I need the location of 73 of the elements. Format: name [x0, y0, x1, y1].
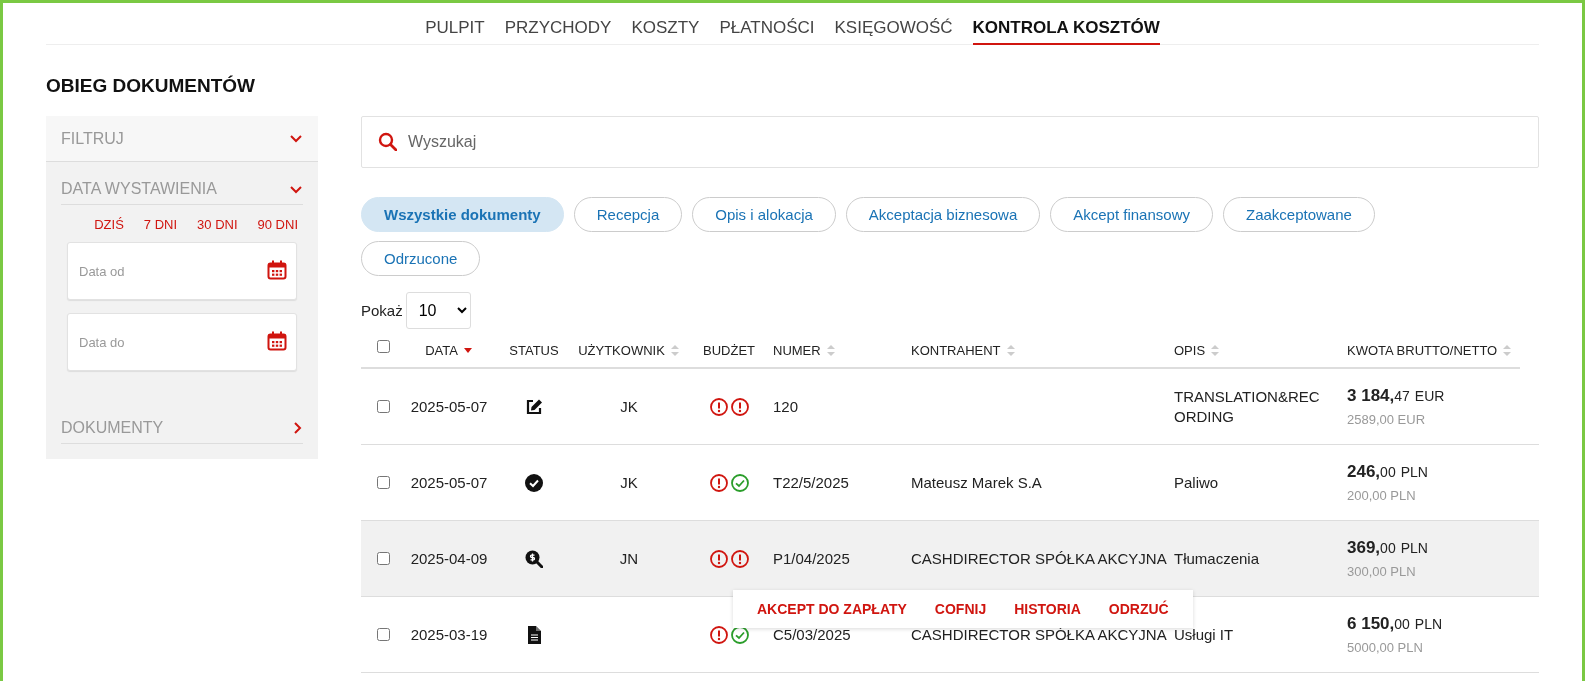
- nav-tab[interactable]: PŁATNOŚCI: [719, 18, 815, 45]
- menu-item[interactable]: AKCEPT DO ZAPŁATY: [743, 601, 921, 617]
- row-checkbox[interactable]: [376, 400, 390, 413]
- table-cell: P1/04/2025: [773, 550, 850, 567]
- select-all-checkbox[interactable]: [376, 340, 390, 353]
- column-title[interactable]: NUMER: [773, 343, 821, 358]
- menu-item[interactable]: ODRZUĆ: [1094, 601, 1183, 617]
- table-cell-text: TRANSLATION&RECORDING: [1174, 386, 1321, 427]
- gross-amount: 246,00 PLN: [1347, 462, 1428, 482]
- table-cell: Usługi IT: [1174, 624, 1234, 645]
- net-amount: 200,00 PLN: [1347, 488, 1416, 503]
- row-checkbox[interactable]: [376, 628, 390, 641]
- table-cell: Tłumaczenia: [1174, 548, 1260, 569]
- table-cell: CASHDIRECTOR SPÓŁKA AKCYJNA: [911, 550, 1167, 567]
- column-title[interactable]: UŻYTKOWNIK: [578, 343, 665, 358]
- column-title[interactable]: BUDŻET: [703, 343, 755, 358]
- filter-chip[interactable]: Wszystkie dokumenty: [361, 197, 564, 232]
- row-checkbox[interactable]: [376, 476, 390, 489]
- table-row[interactable]: 2025-04-09 JN P1/04/2025 CASHDIRECTOR SPÓŁKA AKCYJNA Tłumaczenia 369,00 PLN 300,00 PLN: [361, 521, 1539, 597]
- gross-amount: 369,00 PLN: [1347, 538, 1428, 558]
- quick-range-link[interactable]: 90 DNI: [257, 217, 298, 232]
- nav-tab[interactable]: KONTROLA KOSZTÓW: [972, 18, 1160, 45]
- filter-chip[interactable]: Opis i alokacja: [692, 197, 836, 232]
- filter-chip[interactable]: Recepcja: [573, 197, 683, 232]
- page-size-select[interactable]: 10: [405, 292, 471, 329]
- calendar-icon: [267, 331, 287, 351]
- net-amount: 5000,00 PLN: [1347, 640, 1423, 655]
- menu-item[interactable]: COFNIJ: [920, 601, 1001, 617]
- table-cell: T22/5/2025: [773, 474, 849, 491]
- table-cell: CASHDIRECTOR SPÓŁKA AKCYJNA: [911, 626, 1167, 643]
- nav-tab[interactable]: PULPIT: [425, 18, 485, 45]
- table-cell: Paliwo: [1174, 472, 1219, 493]
- search-field[interactable]: Wyszukaj: [361, 116, 1539, 168]
- table-cell: 120: [773, 398, 799, 415]
- filter-chip[interactable]: Odrzucone: [361, 241, 481, 276]
- calendar-icon: [267, 260, 287, 280]
- section-title: DATA WYSTAWIENIA: [61, 180, 217, 198]
- table-cell: C5/03/2025: [773, 626, 851, 643]
- nav-tab[interactable]: KOSZTY: [631, 18, 700, 45]
- page-title: OBIEG DOKUMENTÓW: [46, 75, 256, 97]
- gross-amount: 6 150,00 PLN: [1347, 614, 1443, 634]
- table-cell: JN: [619, 550, 639, 567]
- nav-tab[interactable]: PRZYCHODY: [504, 18, 612, 45]
- column-title[interactable]: STATUS: [509, 343, 559, 358]
- date-field[interactable]: Data do: [67, 313, 297, 371]
- column-title[interactable]: OPIS: [1174, 343, 1206, 358]
- column-title[interactable]: DATA: [425, 343, 458, 358]
- table-cell: Mateusz Marek S.A: [911, 474, 1042, 491]
- section-title: FILTRUJ: [61, 129, 124, 148]
- table-cell: JK: [620, 398, 638, 415]
- nav-tab[interactable]: KSIĘGOWOŚĆ: [834, 18, 953, 45]
- table-cell: 2025-05-07: [410, 398, 488, 415]
- quick-range-link[interactable]: 30 DNI: [197, 217, 238, 232]
- net-amount: 300,00 PLN: [1347, 564, 1416, 579]
- net-amount: 2589,00 EUR: [1347, 412, 1426, 427]
- quick-range-link[interactable]: DZIŚ: [94, 217, 124, 232]
- section-title: DOKUMENTY: [61, 419, 164, 437]
- table-cell: 2025-03-19: [410, 626, 488, 643]
- table-cell: 2025-05-07: [410, 474, 488, 491]
- table-cell: 2025-04-09: [410, 550, 488, 567]
- row-checkbox[interactable]: [376, 552, 390, 565]
- filter-chip[interactable]: Akceptacja biznesowa: [845, 197, 1041, 232]
- date-field[interactable]: Data od: [67, 242, 297, 300]
- page-size-label: Pokaż: [361, 302, 403, 319]
- column-title[interactable]: KONTRAHENT: [911, 343, 1001, 358]
- filter-chip[interactable]: Akcept finansowy: [1050, 197, 1213, 232]
- gross-amount: 3 184,47 EUR: [1347, 386, 1445, 406]
- menu-item[interactable]: HISTORIA: [1000, 601, 1095, 617]
- table-row[interactable]: 2025-05-07 JK 120 TRANSLATION&RECORDING 3 184,47 EUR 2589,00 EUR: [361, 369, 1539, 445]
- table-cell: JK: [620, 474, 638, 491]
- column-title[interactable]: KWOTA BRUTTO/NETTO: [1347, 343, 1498, 358]
- filter-chip[interactable]: Zaakceptowane: [1222, 197, 1375, 232]
- quick-range-link[interactable]: 7 DNI: [143, 217, 178, 232]
